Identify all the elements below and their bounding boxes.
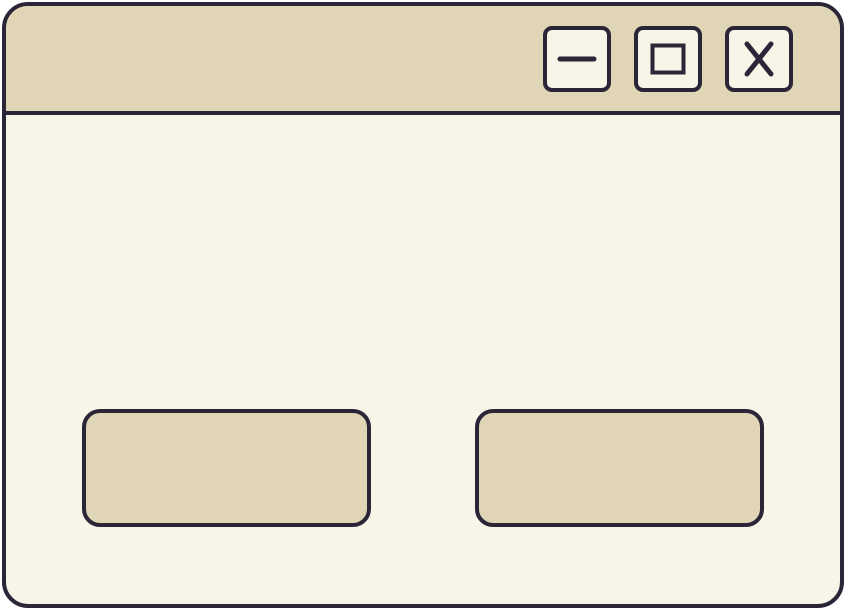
maximize-icon <box>650 43 686 75</box>
title-bar[interactable] <box>6 6 840 115</box>
app-window <box>2 2 844 608</box>
close-button[interactable] <box>725 26 793 92</box>
secondary-action-button[interactable] <box>475 409 764 527</box>
close-icon <box>743 41 775 77</box>
minimize-icon <box>557 54 597 64</box>
maximize-button[interactable] <box>634 26 702 92</box>
primary-action-button[interactable] <box>82 409 371 527</box>
minimize-button[interactable] <box>543 26 611 92</box>
